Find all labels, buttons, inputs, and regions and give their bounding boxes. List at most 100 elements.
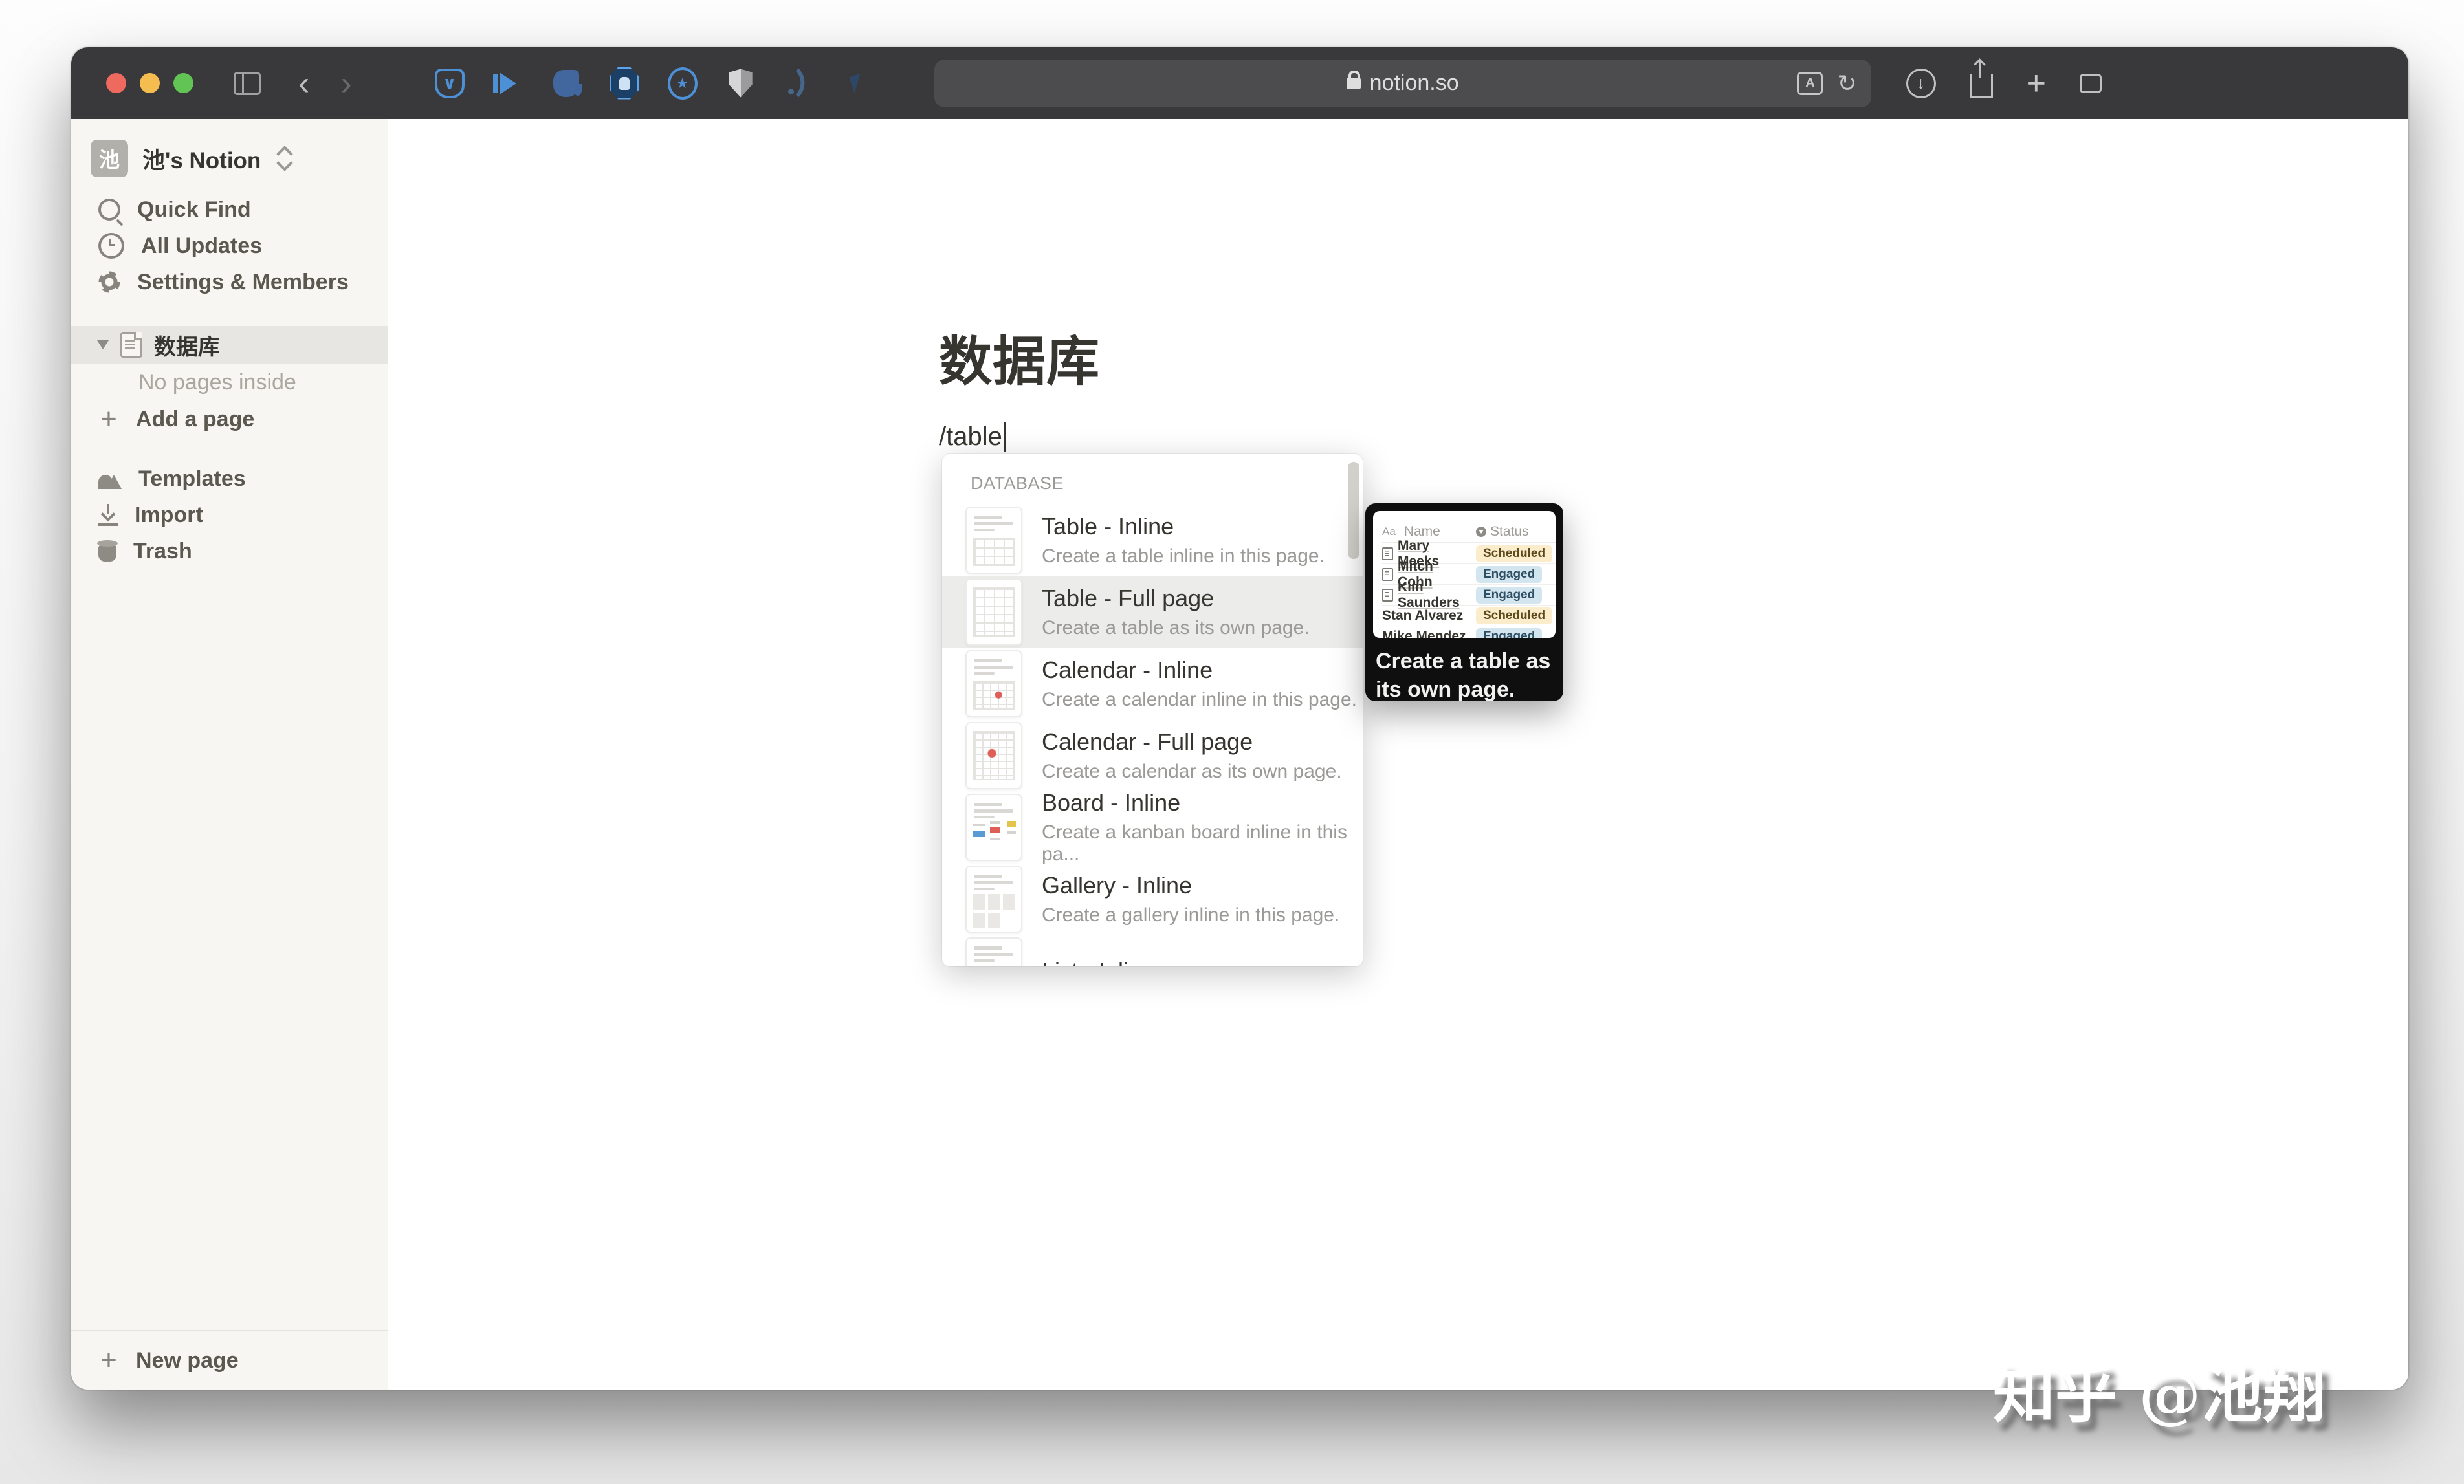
- extensions-toolbar: ∨ ★: [435, 69, 872, 98]
- zoom-button[interactable]: [173, 73, 193, 93]
- select-property-icon: [1476, 527, 1486, 537]
- sidebar-item-import[interactable]: Import: [71, 497, 388, 533]
- menu-item-subtitle: Create a table inline in this page.: [1042, 545, 1325, 567]
- menu-item-calendar-inline[interactable]: Calendar - Inline Create a calendar inli…: [942, 648, 1363, 719]
- page-icon: [1382, 589, 1393, 602]
- trash-icon: [98, 545, 116, 562]
- no-pages-inside-label: No pages inside: [71, 364, 388, 401]
- slash-command-input[interactable]: /table: [939, 422, 1006, 452]
- page-icon: [1382, 568, 1393, 581]
- search-icon: [98, 199, 120, 221]
- table-row: Mike Mendez Engaged: [1382, 626, 1556, 638]
- menu-item-board-inline[interactable]: Board - Inline Create a kanban board inl…: [942, 791, 1363, 863]
- menu-item-subtitle: Create a gallery inline in this page.: [1042, 904, 1339, 926]
- window-controls: [106, 73, 193, 93]
- gear-icon: [98, 271, 120, 293]
- sidebar: 池 池's Notion Quick Find All Updates Sett…: [71, 119, 388, 1390]
- menu-item-title: List - Inline: [1042, 957, 1154, 967]
- pointer-cursor-icon: [842, 69, 872, 98]
- status-badge: Engaged: [1476, 628, 1542, 638]
- workspace-avatar: 池: [91, 140, 128, 177]
- menu-item-preview-tooltip: Aa Name Status Mary Meeks Scheduled: [1365, 503, 1563, 701]
- sidebar-item-quick-find[interactable]: Quick Find: [71, 191, 388, 228]
- rss-extension-icon[interactable]: [784, 69, 814, 98]
- evernote-extension-icon[interactable]: [551, 69, 581, 98]
- expand-toggle-icon[interactable]: [97, 340, 109, 349]
- sidebar-toggle-icon[interactable]: [234, 72, 261, 95]
- templates-icon: [98, 468, 122, 489]
- menu-item-table-full-page[interactable]: Table - Full page Create a table as its …: [942, 576, 1363, 648]
- import-icon: [98, 504, 118, 526]
- page-icon: [120, 332, 142, 358]
- sidebar-item-label: Quick Find: [137, 197, 251, 223]
- menu-item-table-inline[interactable]: Table - Inline Create a table inline in …: [942, 504, 1363, 576]
- watermark: 知乎 @池翔: [1993, 1344, 2325, 1434]
- menu-item-title: Table - Full page: [1042, 585, 1310, 612]
- gallery-inline-thumbnail-icon: [965, 866, 1022, 933]
- table-row: Kim Saunders Engaged: [1382, 585, 1556, 606]
- menu-item-title: Calendar - Full page: [1042, 728, 1342, 756]
- back-button[interactable]: ‹: [298, 67, 309, 100]
- page-content: 数据库 /table DATABASE Table - Inline Creat…: [388, 119, 2408, 1390]
- cell-name: Mike Mendez: [1382, 629, 1466, 638]
- slash-command-text: /table: [939, 422, 1002, 452]
- recorder-extension-icon[interactable]: ★: [668, 69, 698, 98]
- sidebar-item-all-updates[interactable]: All Updates: [71, 228, 388, 264]
- sidebar-item-trash[interactable]: Trash: [71, 533, 388, 569]
- pocket-extension-icon[interactable]: ∨: [435, 69, 465, 98]
- add-a-page-label: Add a page: [136, 407, 254, 432]
- translate-icon[interactable]: A: [1797, 72, 1823, 95]
- board-inline-thumbnail-icon: [965, 794, 1022, 861]
- sidebar-item-templates[interactable]: Templates: [71, 461, 388, 497]
- workspace-switcher[interactable]: 池 池's Notion: [71, 119, 388, 181]
- table-inline-thumbnail-icon: [965, 507, 1022, 574]
- sidebar-item-label: Settings & Members: [137, 270, 349, 295]
- tab-overview-icon[interactable]: [2080, 74, 2102, 93]
- status-badge: Engaged: [1476, 587, 1542, 604]
- content-blocker-extension-icon[interactable]: [610, 69, 639, 98]
- shield-extension-icon[interactable]: [726, 69, 756, 98]
- minimize-button[interactable]: [140, 73, 160, 93]
- share-icon[interactable]: [1970, 74, 1993, 98]
- slash-command-menu: DATABASE Table - Inline Create a table i…: [942, 454, 1363, 966]
- forward-button[interactable]: ›: [340, 67, 351, 100]
- menu-item-calendar-full-page[interactable]: Calendar - Full page Create a calendar a…: [942, 719, 1363, 791]
- table-preview-image: Aa Name Status Mary Meeks Scheduled: [1373, 511, 1556, 638]
- sidebar-item-label: Trash: [133, 539, 192, 564]
- name-column-header: Name: [1404, 524, 1440, 540]
- new-page-button[interactable]: + New page: [71, 1330, 388, 1390]
- menu-item-list-inline[interactable]: List - Inline: [942, 935, 1363, 966]
- menu-item-gallery-inline[interactable]: Gallery - Inline Create a gallery inline…: [942, 863, 1363, 935]
- sidebar-item-settings-members[interactable]: Settings & Members: [71, 264, 388, 300]
- reload-icon[interactable]: ↻: [1837, 70, 1856, 97]
- calendar-full-page-thumbnail-icon: [965, 722, 1022, 789]
- menu-item-subtitle: Create a calendar inline in this page.: [1042, 689, 1357, 711]
- clock-icon: [98, 233, 124, 259]
- cell-name: Stan Alvarez: [1382, 608, 1463, 624]
- downloads-icon[interactable]: ↓: [1906, 69, 1936, 98]
- menu-item-title: Calendar - Inline: [1042, 657, 1357, 684]
- menu-item-title: Gallery - Inline: [1042, 872, 1339, 899]
- menu-section-label: DATABASE: [942, 454, 1363, 504]
- text-property-icon: Aa: [1382, 525, 1396, 538]
- list-inline-thumbnail-icon: [965, 937, 1022, 967]
- address-bar[interactable]: notion.so A ↻: [934, 60, 1871, 107]
- status-badge: Scheduled: [1476, 607, 1552, 624]
- playback-speed-extension-icon[interactable]: [493, 69, 523, 98]
- menu-item-subtitle: Create a kanban board inline in this pa.…: [1042, 822, 1363, 866]
- menu-scrollbar[interactable]: [1348, 462, 1359, 559]
- lock-icon: [1347, 78, 1361, 89]
- notion-app: 池 池's Notion Quick Find All Updates Sett…: [71, 119, 2408, 1390]
- tooltip-caption: Create a table as its own page.: [1373, 638, 1556, 704]
- menu-item-title: Board - Inline: [1042, 789, 1363, 816]
- sidebar-page-item-selected[interactable]: 数据库: [71, 326, 388, 364]
- status-badge: Scheduled: [1476, 545, 1552, 562]
- add-a-page-button[interactable]: + Add a page: [71, 401, 388, 437]
- workspace-switch-icon: [279, 148, 291, 169]
- browser-window: ‹ › ∨ ★ notion.so A ↻ ↓ +: [71, 47, 2408, 1390]
- new-tab-icon[interactable]: +: [2027, 67, 2046, 100]
- table-full-page-thumbnail-icon: [965, 578, 1022, 646]
- status-column-header: Status: [1490, 524, 1529, 540]
- close-button[interactable]: [106, 73, 126, 93]
- page-title[interactable]: 数据库: [939, 318, 1100, 395]
